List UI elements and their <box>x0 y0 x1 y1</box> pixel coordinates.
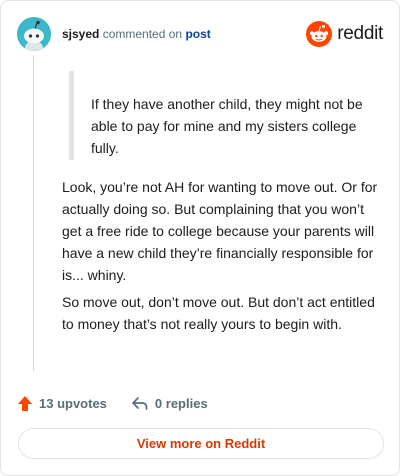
user-avatar[interactable] <box>17 17 51 51</box>
thread-line <box>33 55 34 371</box>
reply-arrow-icon <box>132 397 148 410</box>
reddit-logo[interactable]: reddit <box>306 20 383 48</box>
embedded-comment-card: sjsyed commented on post reddit If they … <box>0 0 400 476</box>
upvote-count: 13 upvotes <box>39 395 107 411</box>
comment-paragraph: So move out, don’t move out. But don’t a… <box>62 294 375 332</box>
upvote-arrow-icon <box>18 395 32 411</box>
username-link[interactable]: sjsyed <box>62 27 99 41</box>
post-link[interactable]: post <box>185 27 210 41</box>
quote-text: If they have another child, they might n… <box>91 96 363 156</box>
reply-count: 0 replies <box>154 395 208 411</box>
replies-button[interactable]: 0 replies <box>131 395 208 411</box>
reddit-snoo-logo-icon <box>306 21 333 47</box>
comment-attribution: sjsyed commented on post <box>62 27 211 41</box>
snoo-avatar-icon <box>17 17 51 51</box>
upvote-button[interactable]: 13 upvotes <box>17 395 107 412</box>
view-more-button[interactable]: View more on Reddit <box>18 428 384 459</box>
attribution-action-text: commented on <box>102 27 183 41</box>
comment-actions: 13 upvotes 0 replies <box>17 392 208 414</box>
comment-header: sjsyed commented on post reddit <box>17 17 383 51</box>
blockquote: If they have another child, they might n… <box>69 71 363 160</box>
reddit-wordmark: reddit <box>337 23 383 44</box>
comment-paragraph: Look, you’re not AH for wanting to move … <box>62 179 378 283</box>
